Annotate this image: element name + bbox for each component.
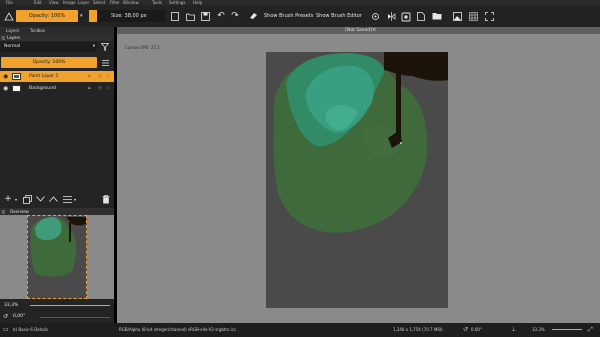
layer-thumbnail (12, 85, 21, 92)
size-slider-fill[interactable] (89, 10, 97, 22)
folder-icon[interactable] (432, 11, 442, 21)
layer-opacity-label: Opacity: 100% (32, 60, 66, 65)
layer-row-paint-layer-1[interactable]: ◉ Paint Layer 1 🔒︎ ◎ ◇ (0, 71, 114, 82)
filter-icon[interactable] (100, 42, 110, 52)
statusbar: ▭ b) Basic-6 Details RGB/Alpha (8-bit in… (0, 323, 600, 337)
duplicate-layer-icon[interactable] (22, 194, 32, 204)
chevron-down-icon: ▾ (92, 44, 95, 49)
overview-rotation-bar: ↺ 0,00° (0, 311, 114, 323)
show-brush-editor-button[interactable]: Show Brush Editor (316, 10, 362, 22)
layer-lock-icon[interactable]: 🔒︎ (88, 83, 90, 94)
overview-header: ◱ Overview (0, 208, 114, 215)
wrap-around-icon[interactable] (400, 11, 411, 22)
size-label: Size: 38,00 px (111, 13, 147, 19)
overview-zoom-bar: 33,3% (0, 300, 114, 311)
docker-tabs: Layers Toolbox (0, 27, 114, 34)
mirror-horizontal-icon[interactable] (386, 11, 396, 21)
layer-thumbnail (12, 73, 21, 80)
rotation-status[interactable]: 0.00° (471, 323, 482, 337)
zoom-value[interactable]: 33,3% (4, 300, 18, 311)
tab-layers[interactable]: Layers (6, 27, 19, 34)
overview-document (27, 215, 87, 299)
move-layer-up-icon[interactable] (48, 194, 58, 204)
document-canvas[interactable] (266, 52, 448, 308)
layers-title: Layers (7, 35, 21, 40)
close-tab-icon[interactable]: × (372, 27, 376, 34)
show-brush-presets-button[interactable]: Show Brush Presets (264, 10, 313, 22)
rotate-icon[interactable]: ↺ (3, 311, 8, 323)
delete-layer-icon[interactable] (101, 194, 111, 204)
add-layer-chevron-icon[interactable]: ▾ (13, 194, 19, 204)
layer-properties-icon[interactable] (62, 194, 72, 204)
fullscreen-icon[interactable] (484, 11, 494, 21)
image-dimensions: 1,240 x 1,754 (70.7 MiB) (393, 327, 443, 332)
properties-chevron-icon[interactable]: ▾ (72, 194, 78, 204)
brush-preset-icon[interactable]: ▭ (3, 323, 9, 337)
layer-actions-bar: + ▾ ▾ (0, 192, 114, 206)
color-space-info: RGB/Alpha (8-bit integer/channel) sRGB-e… (119, 327, 237, 332)
grid-icon[interactable] (468, 11, 478, 21)
tab-toolbox[interactable]: Toolbox (30, 27, 45, 34)
layer-row-background[interactable]: ◉ Background 🔒︎ ◎ ◇ (0, 83, 114, 94)
opacity-field[interactable]: Opacity: 100% (16, 10, 78, 22)
canvas-tab: [Not Saved] × (117, 27, 600, 34)
rotation-value[interactable]: 0,00° (13, 311, 25, 323)
zoom-status-slider[interactable] (552, 329, 582, 330)
zoom-slider[interactable] (30, 305, 110, 306)
blending-mode-icon[interactable] (3, 10, 15, 22)
eraser-icon[interactable] (248, 11, 258, 21)
rotation-slider[interactable] (40, 317, 110, 318)
alpha-lock-icon[interactable]: ◎ (98, 83, 102, 94)
blend-mode-label: Normal (4, 44, 21, 49)
inherit-alpha-icon[interactable]: ◇ (106, 83, 109, 94)
open-document-icon[interactable] (185, 11, 195, 21)
new-document-icon[interactable] (170, 11, 180, 21)
document-icon[interactable] (416, 11, 426, 21)
visibility-eye-icon[interactable]: ◉ (3, 71, 8, 82)
overview-title: Overview (10, 209, 29, 214)
toolbar: Opacity: 100% ▾ Size: 38,00 px ↶ ↷ Show … (0, 5, 600, 27)
layer-opacity-field[interactable]: Opacity: 100% (1, 57, 97, 68)
layers-header: ◱ Layers (0, 34, 114, 41)
rotate-icon[interactable]: ↺ (463, 323, 468, 337)
redo-icon[interactable]: ↷ (230, 11, 240, 21)
painting (273, 52, 448, 233)
overview-thumbnail (30, 217, 86, 277)
menu-icon[interactable] (100, 58, 110, 68)
brush-settings-icon[interactable] (370, 11, 380, 21)
add-layer-icon[interactable]: + (3, 194, 13, 204)
alpha-lock-icon[interactable]: ◎ (98, 71, 102, 82)
pin-icon[interactable]: ⊥ (511, 323, 516, 337)
image-icon[interactable] (452, 11, 462, 21)
layer-name[interactable]: Background (29, 83, 56, 94)
undo-icon[interactable]: ↶ (216, 11, 226, 21)
dock-float-icon[interactable]: ◱ (1, 35, 6, 40)
blend-mode-select[interactable]: Normal ▾ (1, 42, 97, 52)
opacity-label: Opacity: 100% (28, 13, 66, 19)
expand-icon[interactable]: ⤢ (588, 323, 593, 337)
move-layer-down-icon[interactable] (35, 194, 45, 204)
save-icon[interactable] (200, 11, 210, 21)
zoom-status[interactable]: 33.3% (532, 323, 545, 337)
dock-float-icon[interactable]: ◱ (1, 209, 6, 214)
canvas-fps-label: Canvas FPS: 27.2 (125, 45, 160, 50)
inherit-alpha-icon[interactable]: ◇ (106, 71, 109, 82)
canvas-tab-title: [Not Saved] (345, 28, 372, 33)
size-field[interactable]: Size: 38,00 px (97, 10, 165, 22)
brush-preset-name[interactable]: b) Basic-6 Details (13, 323, 48, 337)
overview-preview[interactable] (0, 215, 114, 299)
opacity-chevron-icon[interactable]: ▾ (80, 13, 86, 19)
layer-name[interactable]: Paint Layer 1 (29, 71, 58, 82)
layer-lock-icon[interactable]: 🔒︎ (88, 71, 90, 82)
visibility-eye-icon[interactable]: ◉ (3, 83, 8, 94)
